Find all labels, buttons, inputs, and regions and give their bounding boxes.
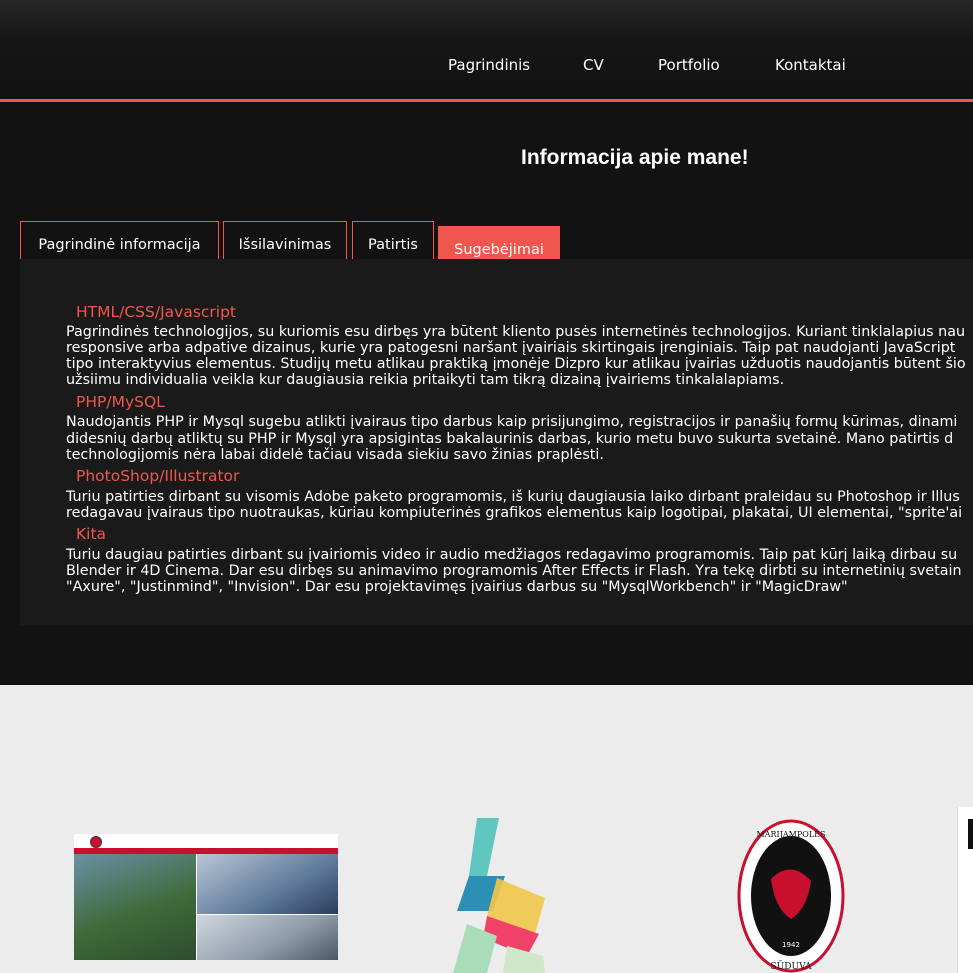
thumbnail-header (74, 834, 338, 848)
crest-top-text: MARIJAMPOLĖS (757, 830, 826, 839)
header-bar (0, 0, 973, 100)
partial-card-icon (968, 819, 973, 849)
thumbnail-photo-match (197, 854, 338, 914)
skill-text-html-2: responsive arba adpative dizainus, kurie… (66, 340, 956, 356)
skill-text-kita-1: Turiu daugiau patirties dirbant su įvair… (66, 547, 958, 563)
thumbnail-photo-players (74, 854, 196, 960)
portfolio-item-ribbon-logo[interactable] (447, 816, 547, 973)
main-nav: Pagrindinis CV Portfolio Kontaktai (0, 56, 973, 80)
nav-item-cv[interactable]: CV (583, 56, 604, 74)
crest-year-text: 1942 (782, 941, 800, 949)
tab-content-panel: HTML/CSS/Javascript Pagrindinės technolo… (20, 259, 973, 625)
nav-divider (0, 99, 973, 102)
skill-text-html-1: Pagrindinės technologijos, su kuriomis e… (66, 324, 966, 340)
nav-item-kontaktai[interactable]: Kontaktai (775, 56, 846, 74)
skill-title-photoshop: PhotoShop/Illustrator (76, 467, 240, 485)
skill-text-kita-2: Blender ir 4D Cinema. Dar esu dirbęs su … (66, 563, 962, 579)
skill-text-kita-3: "Axure", "Justinmind", "Invision". Dar e… (66, 579, 848, 595)
nav-item-pagrindinis[interactable]: Pagrindinis (448, 56, 530, 74)
portfolio-item-suduva-crest[interactable]: MARIJAMPOLĖS 1942 SŪDUVA (737, 819, 845, 973)
skill-title-php: PHP/MySQL (76, 393, 165, 411)
skill-title-html: HTML/CSS/Javascript (76, 303, 237, 321)
crest-bottom-text: SŪDUVA (771, 960, 812, 972)
hero-section: Pagrindinis CV Portfolio Kontaktai Infor… (0, 0, 973, 685)
ribbon-teal-icon (469, 818, 499, 876)
skill-text-html-4: užsiimu individualia veikla kur daugiaus… (66, 372, 785, 388)
thumbnail-logo-icon (90, 836, 102, 848)
skill-text-php-1: Naudojantis PHP ir Mysql sugebu atlikti … (66, 414, 958, 430)
skill-text-photoshop-1: Turiu patirties dirbant su visomis Adobe… (66, 489, 960, 505)
thumbnail-photo-action (197, 915, 338, 960)
skill-text-php-3: technologijomis nėra labai didelė tačiau… (66, 447, 604, 463)
skill-title-kita: Kita (76, 525, 107, 543)
skill-text-html-3: tipo interaktyvius elementus. Studijų me… (66, 356, 966, 372)
page-title: Informacija apie mane! (521, 146, 749, 169)
nav-item-portfolio[interactable]: Portfolio (658, 56, 720, 74)
portfolio-item-partial-card[interactable] (957, 807, 973, 973)
skill-text-php-2: didesnių darbų atliktų su PHP ir Mysql y… (66, 431, 954, 447)
portfolio-item-website-thumbnail[interactable] (74, 834, 338, 960)
skill-text-photoshop-2: redagavau įvairaus tipo nuotraukas, kūri… (66, 505, 963, 521)
